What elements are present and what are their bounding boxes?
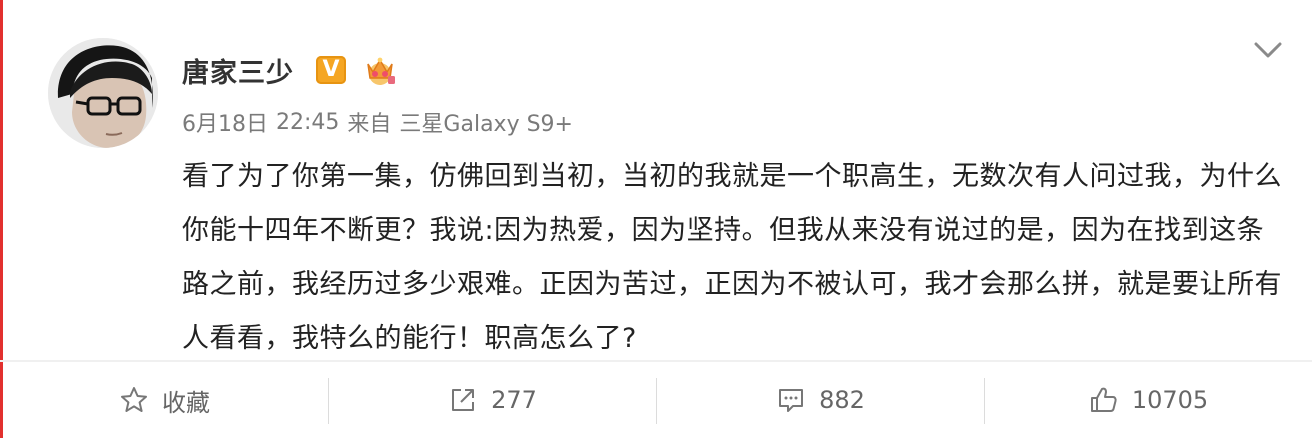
source-device[interactable]: 三星Galaxy S9+ — [399, 106, 573, 138]
crown-member-icon[interactable] — [362, 52, 398, 88]
author-row: 唐家三少 V — [182, 50, 398, 90]
star-icon — [118, 384, 150, 416]
username[interactable]: 唐家三少 — [182, 51, 294, 90]
repost-count: 277 — [491, 386, 537, 414]
post-meta: 6月18日 22:45 来自 三星Galaxy S9+ — [182, 105, 573, 139]
thumbs-up-icon — [1088, 384, 1120, 416]
avatar[interactable] — [48, 38, 158, 148]
share-icon — [447, 384, 479, 416]
comment-count: 882 — [819, 386, 865, 414]
comment-button[interactable]: 882 — [656, 362, 984, 438]
verified-v-icon[interactable]: V — [316, 56, 346, 84]
favorite-button[interactable]: 收藏 — [0, 362, 328, 438]
weibo-post-card: 唐家三少 V 6月18日 22:45 来自 三星Galaxy S9+ 看了为了你… — [0, 0, 1312, 360]
action-bar: 收藏 277 882 10705 — [0, 362, 1312, 438]
chevron-down-icon[interactable] — [1252, 38, 1284, 62]
post-content: 看了为了你第一集，仿佛回到当初，当初的我就是一个职高生，无数次有人问过我，为什么… — [182, 161, 1282, 354]
post-date[interactable]: 6月18日 — [182, 106, 268, 138]
source-prefix: 来自 — [347, 112, 392, 137]
repost-button[interactable]: 277 — [328, 362, 656, 438]
favorite-label: 收藏 — [162, 388, 210, 417]
like-count: 10705 — [1131, 386, 1209, 414]
like-button[interactable]: 10705 — [984, 362, 1312, 438]
comment-icon — [775, 384, 807, 416]
post-time[interactable]: 22:45 — [276, 110, 339, 135]
